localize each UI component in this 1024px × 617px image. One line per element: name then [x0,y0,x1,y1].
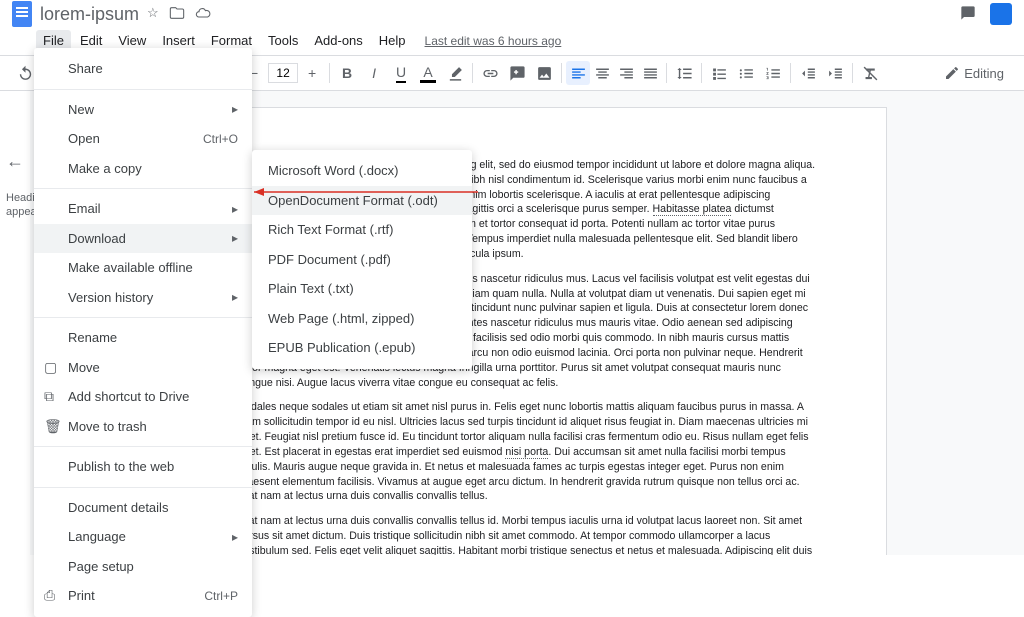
move-folder-icon[interactable] [169,5,185,24]
download-odt[interactable]: OpenDocument Format (.odt) [252,186,472,216]
align-right-button[interactable] [614,61,638,85]
menu-publish[interactable]: Publish to the web [34,452,252,482]
download-html[interactable]: Web Page (.html, zipped) [252,304,472,334]
bold-button[interactable]: B [334,60,360,86]
checklist-button[interactable] [706,60,732,86]
menu-print[interactable]: PrintCtrl+P [34,581,252,611]
doc-header: lorem-ipsum ☆ [0,0,1024,28]
align-left-button[interactable] [566,61,590,85]
last-edit-link[interactable]: Last edit was 6 hours ago [425,34,562,48]
document-title[interactable]: lorem-ipsum [40,4,139,25]
menu-rename[interactable]: Rename [34,323,252,353]
menu-new[interactable]: New▸ [34,95,252,125]
fontsize-inc[interactable]: + [299,60,325,86]
download-epub[interactable]: EPUB Publication (.epub) [252,333,472,363]
insert-link-button[interactable] [477,60,503,86]
menu-move-trash[interactable]: Move to trash [34,412,252,442]
menu-help[interactable]: Help [372,30,413,51]
file-menu-panel: Share New▸ OpenCtrl+O Make a copy Email▸… [34,48,252,617]
indent-dec-button[interactable] [795,60,821,86]
text-color-button[interactable]: A [415,60,441,86]
editing-mode-button[interactable]: Editing [936,61,1012,85]
menu-make-copy[interactable]: Make a copy [34,154,252,184]
download-submenu-panel: Microsoft Word (.docx) OpenDocument Form… [252,150,472,369]
menu-language[interactable]: Language▸ [34,522,252,552]
menu-share[interactable]: Share [34,54,252,84]
menu-email[interactable]: Email▸ [34,194,252,224]
header-right [960,3,1012,25]
menu-doc-details[interactable]: Document details [34,493,252,523]
align-center-button[interactable] [590,61,614,85]
bulleted-list-button[interactable] [733,60,759,86]
docs-logo-icon[interactable] [12,1,32,27]
menu-make-offline[interactable]: Make available offline [34,253,252,283]
menu-tools[interactable]: Tools [261,30,305,51]
italic-button[interactable]: I [361,60,387,86]
align-justify-button[interactable] [638,61,662,85]
paragraph[interactable]: Erat nam at lectus urna duis convallis c… [238,514,816,555]
highlight-button[interactable] [442,60,468,86]
paragraph[interactable]: Sodales neque sodales ut etiam sit amet … [238,400,816,504]
fontsize-input[interactable] [268,63,298,83]
menu-download[interactable]: Download▸ [34,224,252,254]
download-pdf[interactable]: PDF Document (.pdf) [252,245,472,275]
line-spacing-button[interactable] [671,60,697,86]
indent-inc-button[interactable] [822,60,848,86]
add-comment-button[interactable] [504,60,530,86]
menu-open[interactable]: OpenCtrl+O [34,124,252,154]
star-icon[interactable]: ☆ [147,5,159,24]
underline-button[interactable]: U [388,60,414,86]
title-actions: ☆ [147,5,211,24]
download-docx[interactable]: Microsoft Word (.docx) [252,156,472,186]
comments-icon[interactable] [960,5,976,24]
numbered-list-button[interactable] [760,60,786,86]
download-txt[interactable]: Plain Text (.txt) [252,274,472,304]
cloud-status-icon[interactable] [195,5,211,24]
clear-formatting-button[interactable] [857,60,883,86]
menu-addons[interactable]: Add-ons [307,30,369,51]
download-rtf[interactable]: Rich Text Format (.rtf) [252,215,472,245]
share-button[interactable] [990,3,1012,25]
menu-add-shortcut[interactable]: Add shortcut to Drive [34,382,252,412]
menu-page-setup[interactable]: Page setup [34,552,252,582]
insert-image-button[interactable] [531,60,557,86]
outline-collapse-icon[interactable]: ← [0,151,30,172]
menu-move[interactable]: Move [34,353,252,383]
left-rail: ← [0,91,30,555]
menu-version-history[interactable]: Version history▸ [34,283,252,313]
